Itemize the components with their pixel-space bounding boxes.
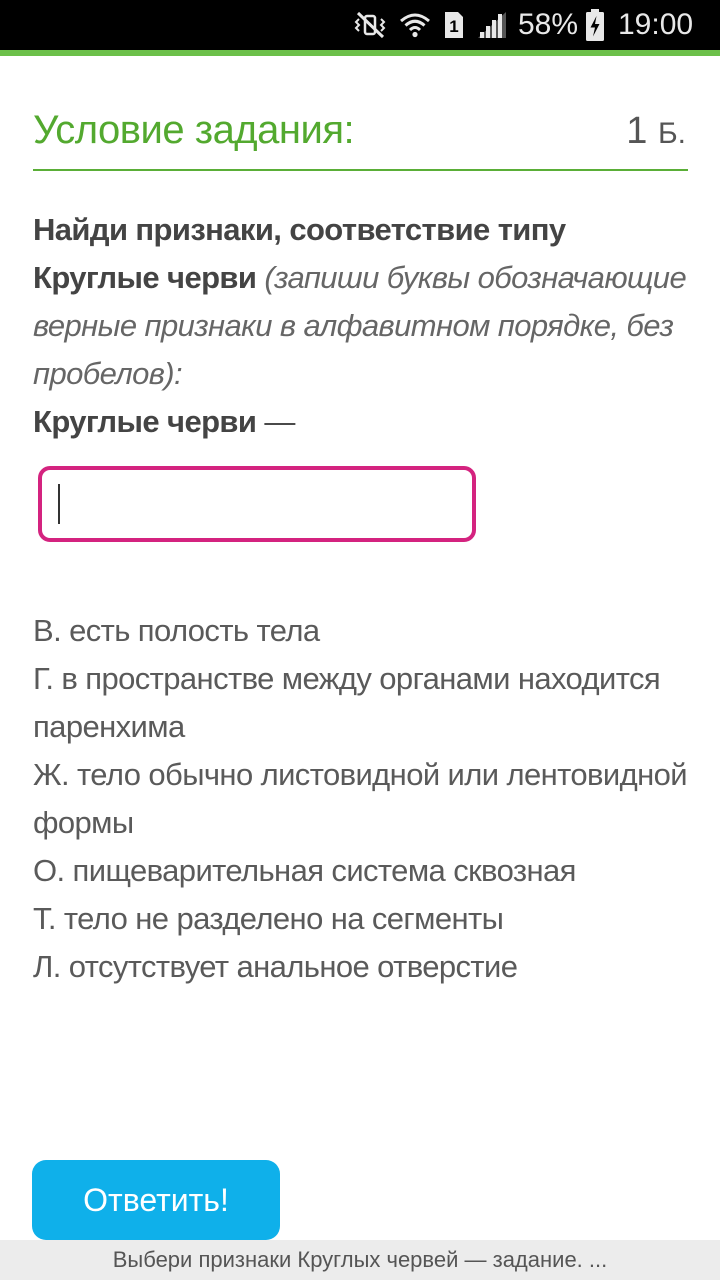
answer-prompt-dash: —	[256, 404, 295, 439]
battery-charging-icon	[586, 9, 604, 41]
wifi-icon	[400, 13, 430, 38]
option-item: Л. отсутствует анальное отверстие	[33, 949, 518, 984]
sim-slot-number: 1	[449, 17, 458, 36]
text-cursor	[58, 484, 60, 524]
bottom-title-bar: Выбери признаки Круглых червей — задание…	[0, 1240, 720, 1280]
points-unit: Б.	[657, 117, 686, 150]
submit-answer-button[interactable]: Ответить!	[32, 1160, 280, 1240]
clock: 19:00	[618, 8, 694, 41]
signal-icon	[478, 12, 506, 38]
page-title: Условие задания:	[33, 108, 355, 152]
status-bar: 1 58% 19:00	[0, 0, 720, 50]
task-instruction: Найди признаки, соответствие типу	[33, 212, 566, 247]
accent-line	[0, 50, 720, 56]
task-description: Найди признаки, соответствие типу Круглы…	[33, 206, 693, 446]
option-item: Г. в пространстве между органами находит…	[33, 661, 661, 744]
points-label: 1 Б.	[626, 106, 686, 159]
sim-icon: 1	[445, 12, 463, 38]
points-value: 1	[626, 110, 648, 152]
options-list: В. есть полость тела Г. в пространстве м…	[33, 607, 693, 991]
option-item: О. пищеварительная система сквозная	[33, 853, 576, 888]
option-item: Ж. тело обычно листовидной или лентовидн…	[33, 757, 688, 840]
option-item: Т. тело не разделено на сегменты	[33, 901, 504, 936]
task-type-name: Круглые черви	[33, 260, 257, 295]
answer-prompt: Круглые черви	[33, 404, 257, 439]
battery-percent: 58%	[518, 8, 579, 41]
header-divider	[33, 169, 688, 171]
option-item: В. есть полость тела	[33, 613, 320, 648]
answer-input[interactable]	[38, 466, 476, 542]
mute-vibrate-icon	[354, 11, 386, 39]
